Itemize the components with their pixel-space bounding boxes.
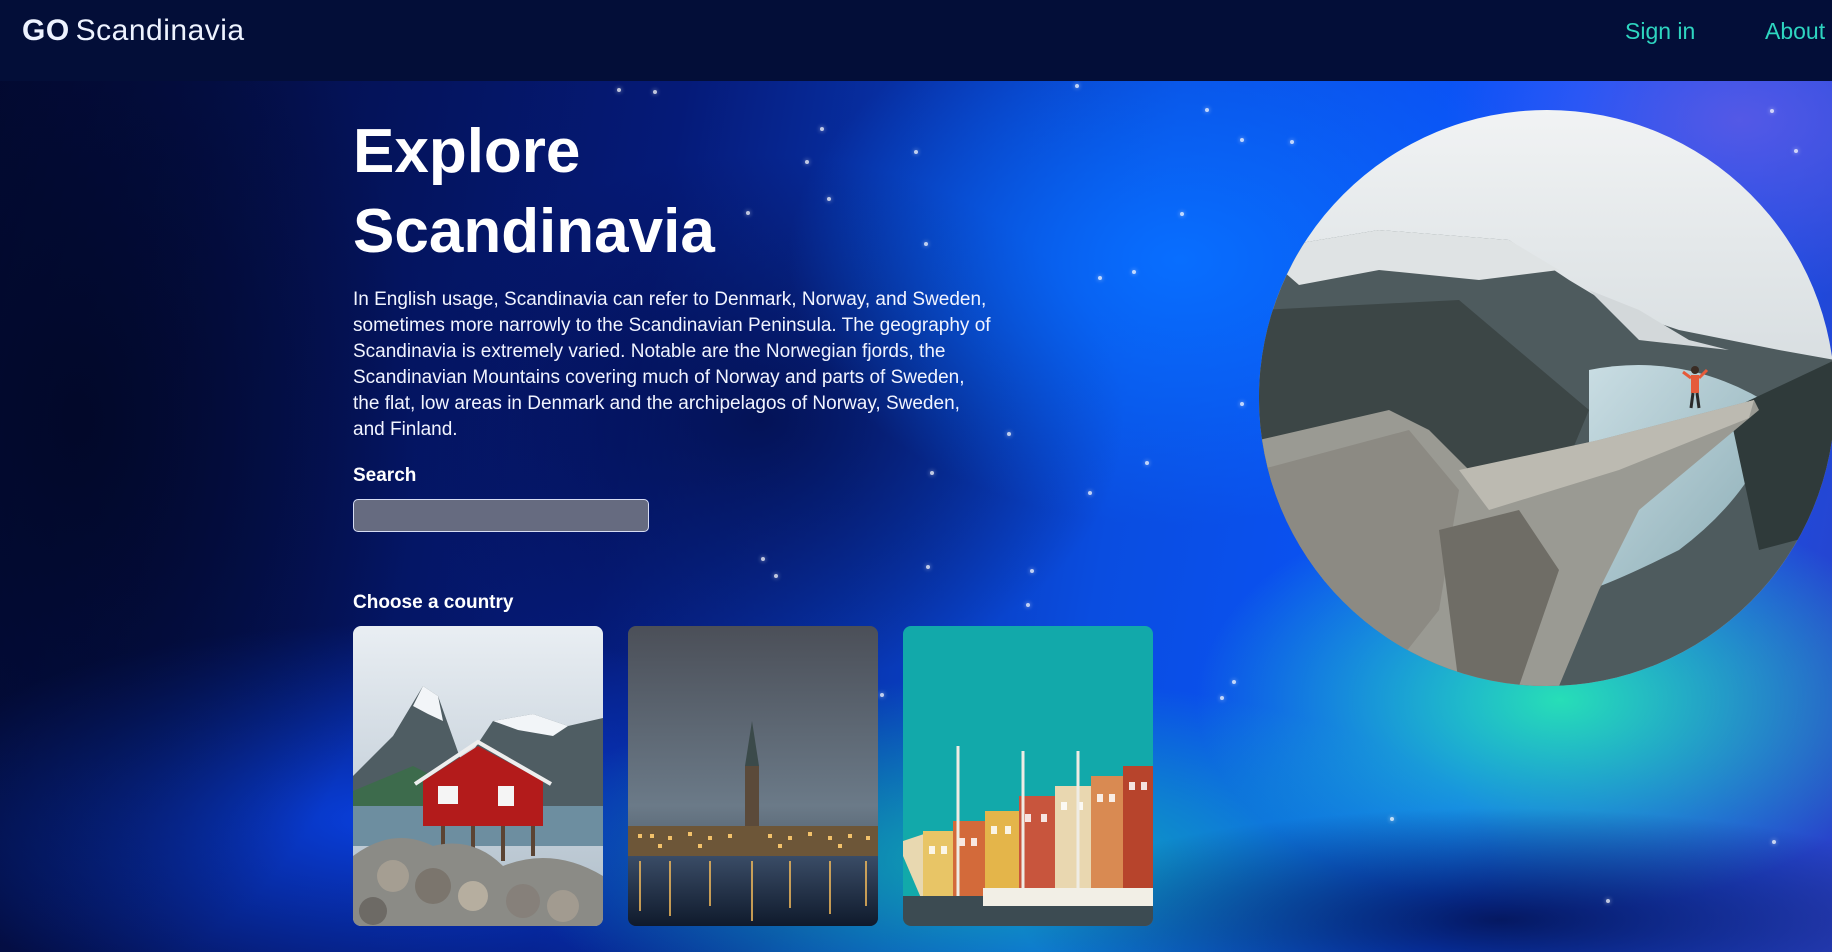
search-input[interactable] xyxy=(353,499,649,532)
choose-country-heading: Choose a country xyxy=(353,592,514,613)
star xyxy=(1180,212,1184,216)
hero-circle-image xyxy=(1259,110,1832,686)
star xyxy=(1794,149,1798,153)
star xyxy=(1240,402,1244,406)
page-title: Explore Scandinavia xyxy=(353,112,853,272)
star xyxy=(1205,108,1209,112)
title-line-2: Scandinavia xyxy=(353,197,715,266)
country-card-sweden[interactable] xyxy=(628,626,878,926)
star xyxy=(1132,270,1136,274)
star xyxy=(774,574,778,578)
country-card-norway[interactable] xyxy=(353,626,603,926)
star xyxy=(1007,432,1011,436)
cabin-mountain-image xyxy=(353,626,603,926)
star xyxy=(1606,899,1610,903)
about-link[interactable]: About xyxy=(1765,18,1825,45)
star xyxy=(761,557,765,561)
star xyxy=(1772,840,1776,844)
hero-description: In English usage, Scandinavia can refer … xyxy=(353,289,991,440)
star xyxy=(1098,276,1102,280)
star xyxy=(1390,817,1394,821)
star xyxy=(1145,461,1149,465)
star xyxy=(880,693,884,697)
brand-logo[interactable]: GO Scandinavia xyxy=(22,14,245,48)
star xyxy=(924,242,928,246)
star xyxy=(914,150,918,154)
star xyxy=(930,471,934,475)
country-card-denmark[interactable] xyxy=(903,626,1153,926)
star xyxy=(1240,138,1244,142)
fjord-cliff-image xyxy=(1259,110,1832,686)
star xyxy=(1088,491,1092,495)
harbor-houses-image xyxy=(903,626,1153,926)
star xyxy=(1232,680,1236,684)
star xyxy=(1030,569,1034,573)
logo-go-text: GO xyxy=(22,14,70,47)
night-city-image xyxy=(628,626,878,926)
star xyxy=(1075,84,1079,88)
title-line-1: Explore xyxy=(353,117,581,186)
star xyxy=(653,90,657,94)
top-navbar: GO Scandinavia Sign in About xyxy=(0,0,1832,81)
logo-name-text: Scandinavia xyxy=(75,14,245,47)
star xyxy=(1290,140,1294,144)
star xyxy=(926,565,930,569)
sign-in-link[interactable]: Sign in xyxy=(1625,18,1695,45)
star xyxy=(1220,696,1224,700)
star xyxy=(1026,603,1030,607)
star xyxy=(1770,109,1774,113)
search-label: Search xyxy=(353,465,417,486)
star xyxy=(617,88,621,92)
